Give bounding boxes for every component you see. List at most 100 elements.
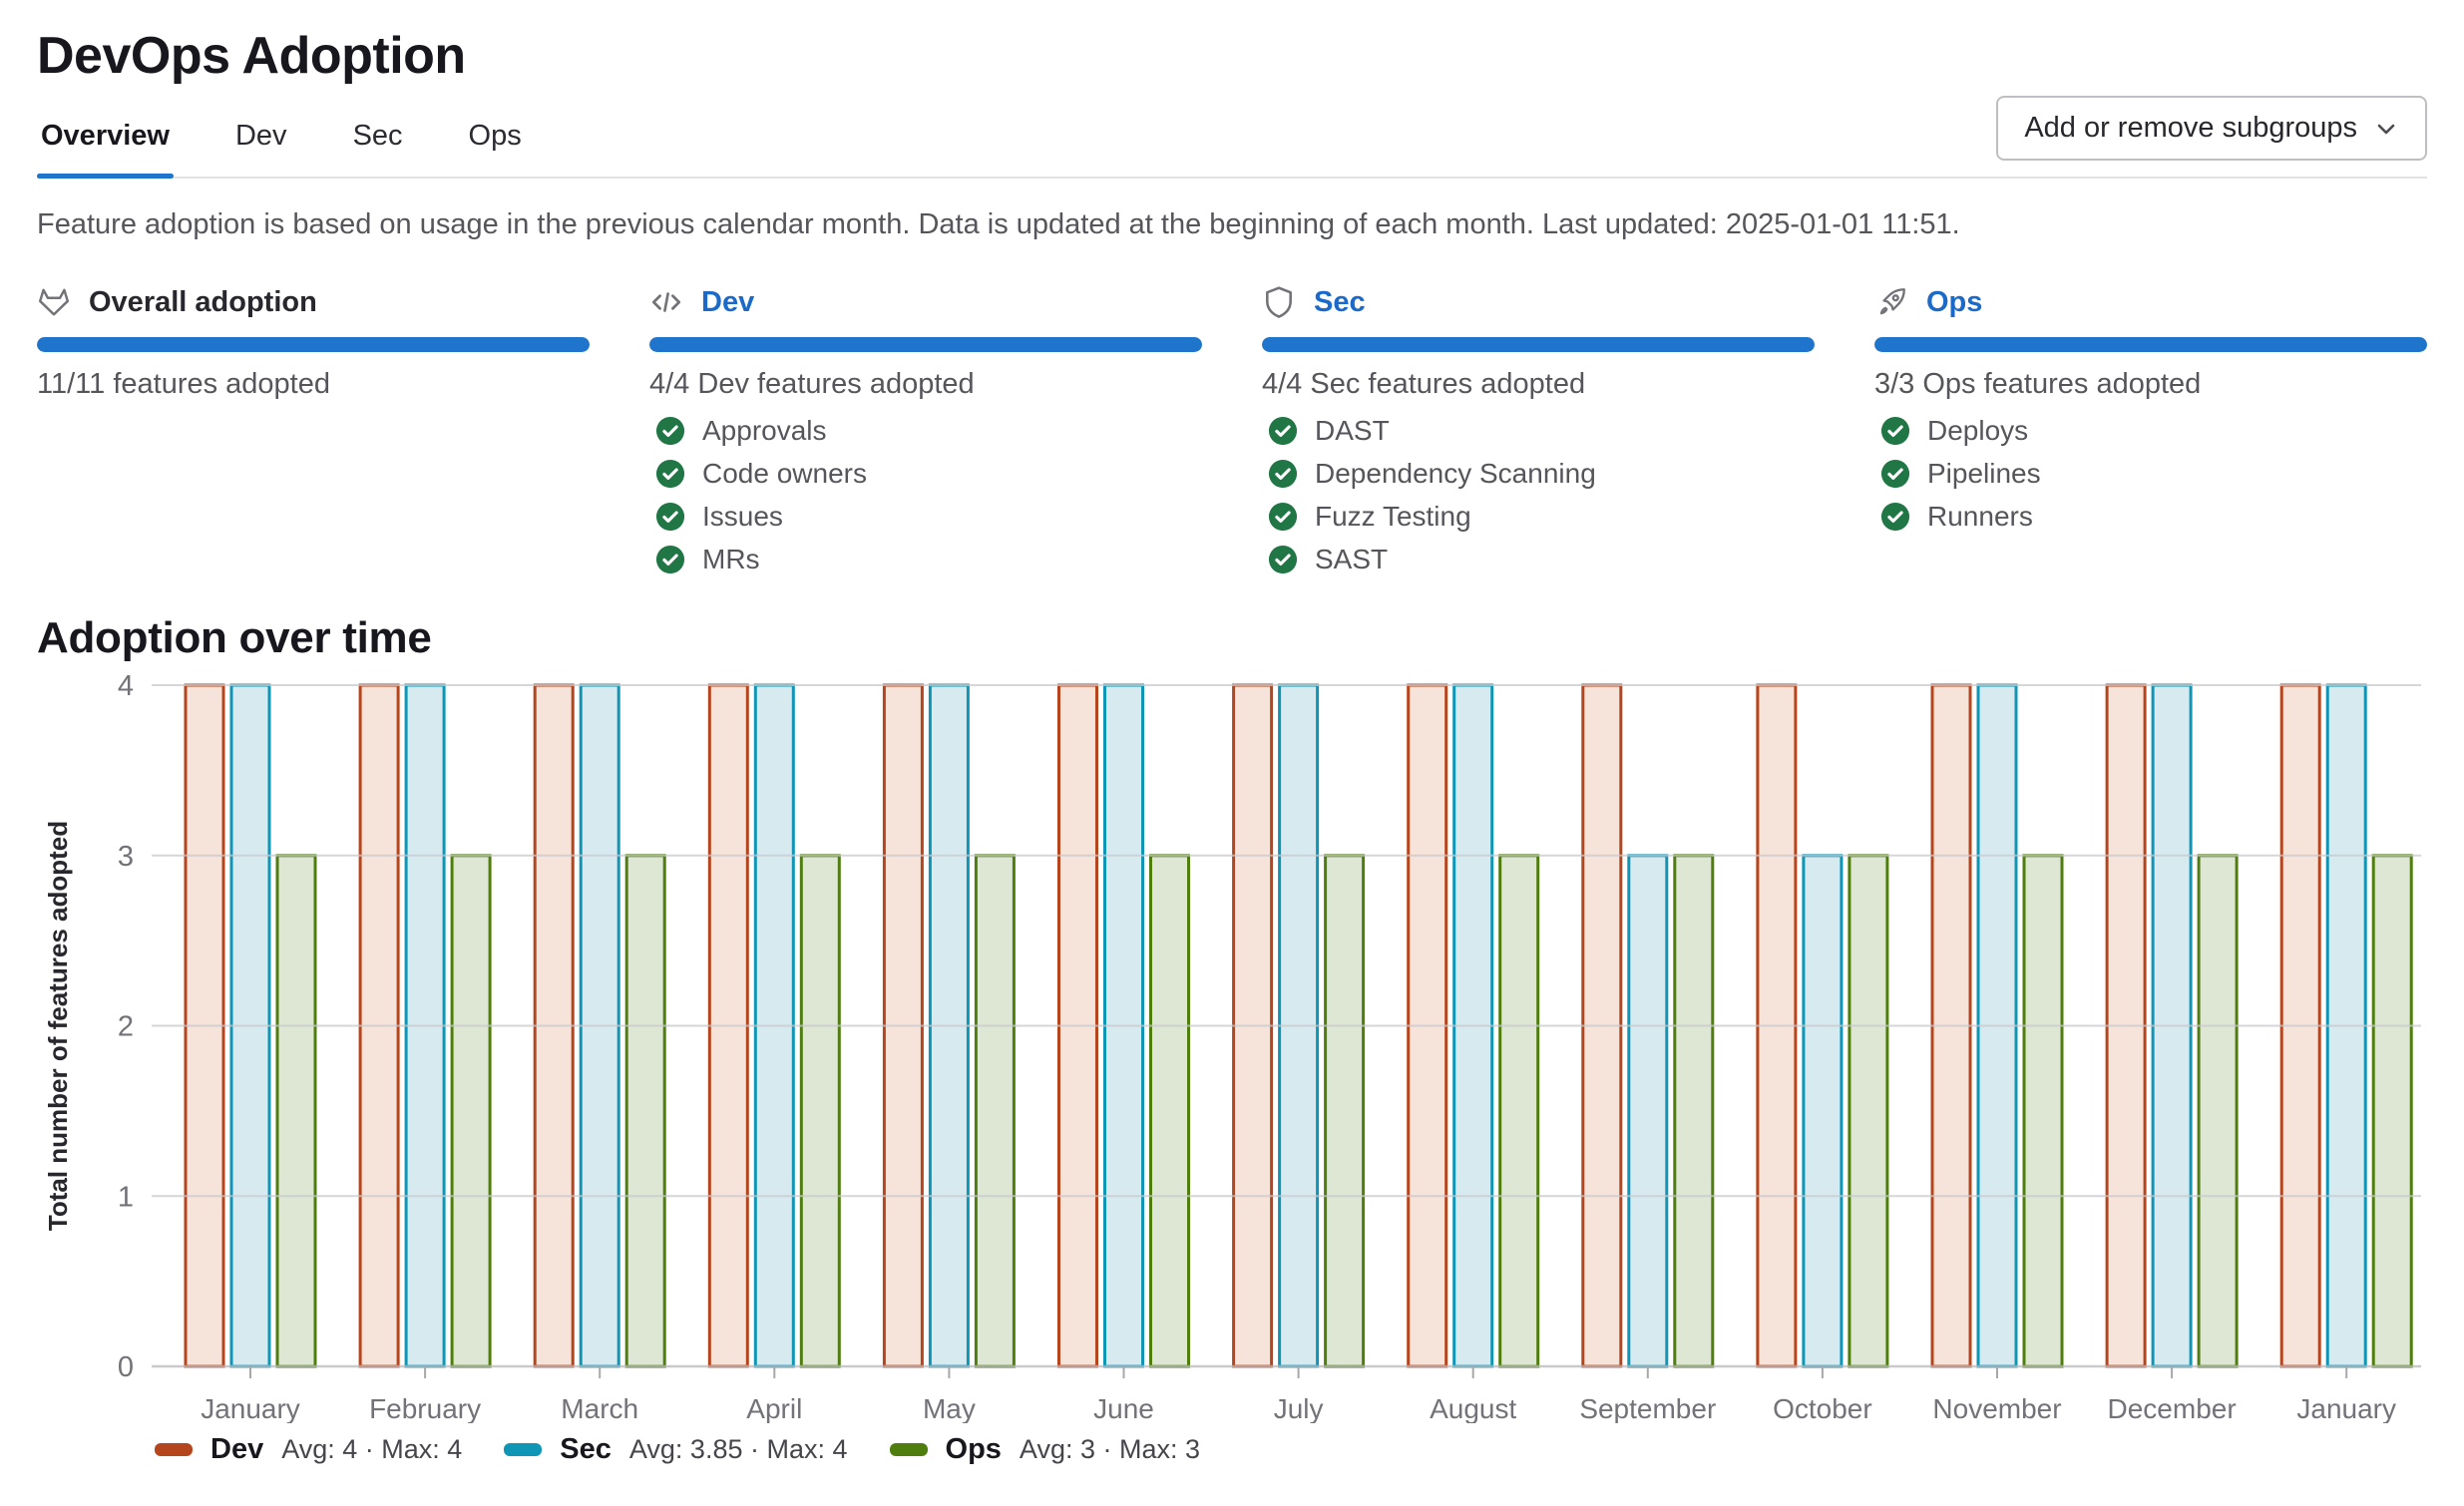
feature-row: DAST: [1268, 415, 1815, 447]
feature-row: Runners: [1880, 501, 2427, 533]
month-label: November: [1932, 1393, 2061, 1423]
feature-label: Approvals: [702, 415, 827, 447]
feature-list: DAST Dependency Scanning Fuzz Testing SAST: [1262, 415, 1815, 575]
feature-row: Issues: [655, 501, 1202, 533]
bar-chart-canvas: 01234Total number of features adoptedJan…: [37, 663, 2427, 1423]
bar-ops-may: [976, 856, 1014, 1366]
tab-ops[interactable]: Ops: [465, 94, 526, 177]
adoption-card-dev: Dev 4/4 Dev features adopted Approvals Code…: [649, 285, 1202, 575]
legend-series-stats: Avg: 3 · Max: 3: [1020, 1434, 1200, 1465]
rocket-icon: [1874, 285, 1908, 319]
y-tick-label: 4: [118, 670, 134, 702]
check-circle-icon: [1268, 545, 1298, 574]
card-summary-sec: 4/4 Sec features adopted: [1262, 368, 1815, 401]
bar-ops-august: [1500, 856, 1538, 1366]
legend-item-sec[interactable]: Sec Avg: 3.85 · Max: 4: [504, 1433, 847, 1466]
tab-overview[interactable]: Overview: [37, 94, 174, 177]
card-header: Dev: [649, 285, 1202, 319]
month-label: December: [2108, 1393, 2237, 1423]
feature-label: Code owners: [702, 458, 867, 490]
add-or-remove-subgroups-button[interactable]: Add or remove subgroups: [1996, 96, 2427, 161]
card-title-dev[interactable]: Dev: [701, 286, 754, 319]
legend-series-stats: Avg: 3.85 · Max: 4: [629, 1434, 848, 1465]
progress-bar-sec: [1262, 337, 1815, 352]
bar-ops-september: [1675, 856, 1713, 1366]
card-summary-dev: 4/4 Dev features adopted: [649, 368, 1202, 401]
chart-legend: DevAvg: 4 · Max: 4 Sec Avg: 3.85 · Max: 4 O…: [37, 1433, 2427, 1466]
month-label: June: [1093, 1393, 1154, 1423]
bar-ops-october: [1849, 856, 1887, 1366]
tab-sec[interactable]: Sec: [349, 94, 407, 177]
legend-item-dev[interactable]: DevAvg: 4 · Max: 4: [155, 1433, 462, 1466]
check-circle-icon: [1880, 416, 1910, 446]
progress-fill: [1262, 337, 1815, 352]
y-tick-label: 2: [118, 1011, 134, 1043]
bar-ops-november: [2024, 856, 2062, 1366]
y-tick-label: 1: [118, 1181, 134, 1213]
card-header: Overall adoption: [37, 285, 590, 319]
feature-row: Deploys: [1880, 415, 2427, 447]
page-title: DevOps Adoption: [37, 26, 2427, 86]
legend-item-ops[interactable]: Ops Avg: 3 · Max: 3: [890, 1433, 1200, 1466]
adoption-card-sec: Sec 4/4 Sec features adopted DAST Dependenc…: [1262, 285, 1815, 575]
feature-list: Deploys Pipelines Runners: [1874, 415, 2427, 533]
feature-row: SAST: [1268, 544, 1815, 575]
card-title-sec[interactable]: Sec: [1314, 286, 1366, 319]
update-note: Feature adoption is based on usage in th…: [37, 208, 2427, 241]
progress-fill: [649, 337, 1202, 352]
bar-ops-february: [452, 856, 490, 1366]
progress-fill: [37, 337, 590, 352]
bar-ops-january: [2373, 856, 2411, 1366]
month-label: May: [923, 1393, 976, 1423]
feature-label: SAST: [1315, 544, 1388, 575]
feature-row: Pipelines: [1880, 458, 2427, 490]
legend-swatch-dev: [155, 1443, 193, 1456]
code-icon: [649, 285, 683, 319]
y-tick-label: 0: [118, 1351, 134, 1383]
feature-row: Fuzz Testing: [1268, 501, 1815, 533]
section-title: Adoption over time: [37, 613, 2427, 663]
month-label: February: [369, 1393, 481, 1423]
legend-series-name: Ops: [946, 1433, 1002, 1466]
feature-label: Issues: [702, 501, 783, 533]
check-circle-icon: [1880, 502, 1910, 532]
bar-ops-june: [1151, 856, 1189, 1366]
feature-row: Code owners: [655, 458, 1202, 490]
bar-ops-march: [626, 856, 664, 1366]
card-title-overall: Overall adoption: [89, 286, 317, 319]
bar-ops-july: [1326, 856, 1364, 1366]
feature-row: Approvals: [655, 415, 1202, 447]
feature-label: MRs: [702, 544, 760, 575]
feature-label: DAST: [1315, 415, 1390, 447]
progress-fill: [1874, 337, 2427, 352]
month-label: October: [1773, 1393, 1872, 1423]
check-circle-icon: [655, 416, 685, 446]
bar-ops-april: [801, 856, 839, 1366]
legend-series-stats: Avg: 4 · Max: 4: [281, 1434, 462, 1465]
legend-series-name: Sec: [560, 1433, 612, 1466]
feature-label: Runners: [1927, 501, 2033, 533]
card-title-ops[interactable]: Ops: [1926, 286, 1982, 319]
check-circle-icon: [655, 459, 685, 489]
tanuki-icon: [37, 285, 71, 319]
feature-label: Deploys: [1927, 415, 2028, 447]
bar-sec-september: [1629, 856, 1667, 1366]
adoption-card-overall: Overall adoption 11/11 features adopted: [37, 285, 590, 575]
month-label: August: [1430, 1393, 1516, 1423]
tab-bar: Overview Dev Sec Ops Add or remove subgroup…: [37, 94, 2427, 179]
check-circle-icon: [655, 545, 685, 574]
month-label: March: [561, 1393, 638, 1423]
progress-bar-dev: [649, 337, 1202, 352]
month-label: July: [1274, 1393, 1324, 1423]
adoption-card-ops: Ops 3/3 Ops features adopted Deploys Pipeli…: [1874, 285, 2427, 575]
tab-dev[interactable]: Dev: [231, 94, 291, 177]
card-summary-overall: 11/11 features adopted: [37, 368, 590, 401]
add-or-remove-subgroups-label: Add or remove subgroups: [2024, 112, 2357, 145]
card-summary-ops: 3/3 Ops features adopted: [1874, 368, 2427, 401]
adoption-over-time-chart: 01234Total number of features adoptedJan…: [37, 663, 2427, 1423]
feature-row: Dependency Scanning: [1268, 458, 1815, 490]
bar-sec-october: [1804, 856, 1842, 1366]
month-label: September: [1579, 1393, 1716, 1423]
devops-adoption-page: DevOps Adoption Overview Dev Sec Ops Add or…: [0, 0, 2464, 1466]
card-header: Sec: [1262, 285, 1815, 319]
